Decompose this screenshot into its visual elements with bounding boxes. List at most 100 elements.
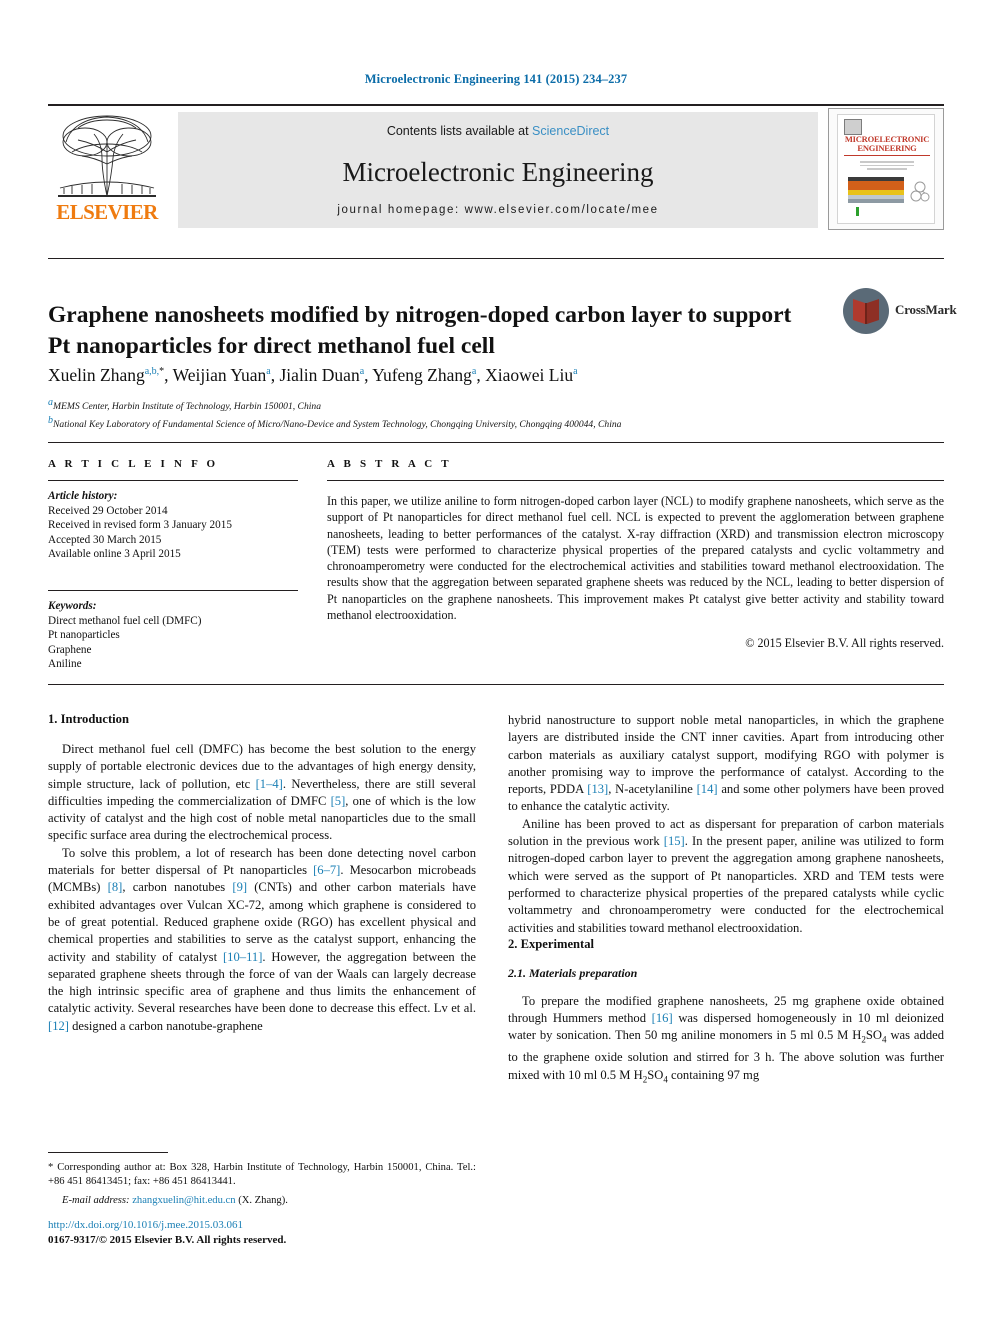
- abstract-section: A B S T R A C T In this paper, we utiliz…: [327, 458, 944, 652]
- text-run: , carbon nanotubes: [122, 880, 233, 895]
- article-history-label: Article history:: [48, 490, 118, 502]
- elsevier-wordmark: ELSEVIER: [56, 200, 158, 224]
- affiliation-item: bNational Key Laboratory of Fundamental …: [48, 414, 948, 432]
- footnote-email-line: E-mail address: zhangxuelin@hit.edu.cn (…: [48, 1194, 476, 1208]
- article-info-rule: [48, 480, 298, 481]
- text-run: . In the present paper, aniline was util…: [508, 834, 944, 935]
- author-name: Xiaowei Liu: [485, 364, 574, 385]
- page-footer: http://dx.doi.org/10.1016/j.mee.2015.03.…: [48, 1218, 548, 1247]
- history-item: Accepted 30 March 2015: [48, 533, 162, 546]
- cover-journal-name: MICROELECTRONIC ENGINEERING: [840, 135, 934, 153]
- cover-arrow-icon: [856, 207, 859, 216]
- affiliation-list: aMEMS Center, Harbin Institute of Techno…: [48, 396, 948, 431]
- keywords-block: Keywords: Direct methanol fuel cell (DMF…: [48, 599, 298, 672]
- keyword-item: Direct methanol fuel cell (DMFC): [48, 614, 202, 627]
- paragraph-right-2: Aniline has been proved to act as disper…: [508, 816, 944, 937]
- citation-ref[interactable]: [15]: [664, 834, 685, 848]
- citation-ref[interactable]: [8]: [108, 880, 123, 894]
- author-list: Xuelin Zhanga,b,*, Weijian Yuana, Jialin…: [48, 360, 928, 387]
- abstract-copyright: © 2015 Elsevier B.V. All rights reserved…: [745, 636, 944, 651]
- keyword-item: Graphene: [48, 643, 92, 656]
- citation-ref[interactable]: [10–11]: [223, 950, 262, 964]
- abstract-rule: [327, 480, 944, 481]
- citation-ref[interactable]: [5]: [331, 794, 346, 808]
- citation-ref[interactable]: [1–4]: [256, 777, 283, 791]
- subsection-heading-materials-preparation: 2.1. Materials preparation: [508, 965, 638, 980]
- cover-figure: [848, 177, 904, 207]
- author-sep: ,: [270, 364, 280, 385]
- text-run: containing 97 mg: [667, 1067, 760, 1082]
- author-item: Xiaowei Liua: [485, 365, 577, 385]
- elsevier-logo: ELSEVIER: [48, 112, 166, 228]
- author-sep: ,: [476, 364, 486, 385]
- author-name: Weijian Yuan: [172, 364, 267, 385]
- abstract-text: In this paper, we utilize aniline to for…: [327, 494, 944, 623]
- crossmark-circle-icon: [843, 288, 889, 334]
- author-item: Yufeng Zhanga,: [372, 365, 485, 385]
- author-sep: ,: [164, 364, 173, 385]
- body-column-right: hybrid nanostructure to support noble me…: [508, 712, 944, 1088]
- email-suffix: (X. Zhang).: [235, 1194, 288, 1206]
- crossmark-label: CrossMark: [895, 302, 957, 317]
- info-divider-bottom: [48, 684, 944, 685]
- author-item: Jialin Duana,: [280, 365, 373, 385]
- footnote-address: * Corresponding author at: Box 328, Harb…: [48, 1161, 476, 1190]
- author-name: Yufeng Zhang: [372, 364, 472, 385]
- keyword-item: Aniline: [48, 658, 82, 671]
- sciencedirect-link[interactable]: ScienceDirect: [532, 124, 609, 138]
- journal-cover-thumbnail[interactable]: MICROELECTRONIC ENGINEERING: [828, 108, 944, 230]
- paper-page: Microelectronic Engineering 141 (2015) 2…: [0, 0, 992, 1323]
- abstract-heading: A B S T R A C T: [327, 458, 452, 470]
- paragraph-right-1: hybrid nanostructure to support noble me…: [508, 712, 944, 816]
- crossmark-book-icon: [853, 299, 879, 324]
- author-affil-mark: a,b,: [144, 366, 160, 377]
- cover-divider: [844, 155, 930, 156]
- history-item: Received 29 October 2014: [48, 504, 168, 517]
- citation-ref[interactable]: [9]: [232, 880, 247, 894]
- citation-ref[interactable]: [13]: [587, 782, 608, 796]
- contents-prefix: Contents lists available at: [386, 124, 533, 138]
- author-name: Xuelin Zhang: [48, 364, 145, 385]
- author-item: Xuelin Zhanga,b,*,: [48, 365, 173, 385]
- paragraph-intro-1: Direct methanol fuel cell (DMFC) has bec…: [48, 741, 476, 845]
- text-run: , N-acetylaniline: [608, 782, 697, 797]
- journal-homepage[interactable]: journal homepage: www.elsevier.com/locat…: [178, 204, 818, 216]
- citation-ref[interactable]: [14]: [697, 782, 718, 796]
- section-heading-introduction: 1. Introduction: [48, 712, 129, 726]
- keywords-rule: [48, 589, 298, 591]
- journal-cover-image: MICROELECTRONIC ENGINEERING: [837, 114, 935, 224]
- citation-ref[interactable]: [6–7]: [313, 863, 340, 877]
- title-divider: [48, 258, 944, 259]
- text-run: designed a carbon nanotube-graphene: [68, 1018, 263, 1033]
- corresponding-author-footnote: * Corresponding author at: Box 328, Harb…: [48, 1152, 476, 1208]
- paragraph-experimental-1: To prepare the modified graphene nanoshe…: [508, 993, 944, 1089]
- text-run: SO: [647, 1067, 664, 1082]
- keywords-label: Keywords:: [48, 599, 97, 612]
- body-column-left: 1. Introduction Direct methanol fuel cel…: [48, 712, 476, 1035]
- cover-text-lines: [860, 161, 914, 172]
- article-info-heading: A R T I C L E I N F O: [48, 458, 219, 470]
- author-name: Jialin Duan: [279, 364, 360, 385]
- author-item: Weijian Yuana,: [173, 365, 280, 385]
- elsevier-tree-icon: [58, 115, 156, 197]
- author-affil-mark: a: [573, 366, 578, 377]
- footnote-divider: [48, 1152, 168, 1153]
- history-item: Received in revised form 3 January 2015: [48, 519, 232, 532]
- info-divider-top: [48, 442, 944, 443]
- crossmark-badge[interactable]: CrossMark: [843, 288, 957, 340]
- contents-available-line: Contents lists available at ScienceDirec…: [178, 124, 818, 138]
- keyword-item: Pt nanoparticles: [48, 629, 120, 642]
- paragraph-intro-2: To solve this problem, a lot of research…: [48, 845, 476, 1035]
- journal-banner: Contents lists available at ScienceDirec…: [178, 112, 818, 228]
- email-link[interactable]: zhangxuelin@hit.edu.cn: [132, 1195, 235, 1206]
- citation-ref[interactable]: [16]: [652, 1011, 673, 1025]
- citation-ref[interactable]: [12]: [48, 1019, 69, 1033]
- affiliation-text: National Key Laboratory of Fundamental S…: [53, 418, 622, 430]
- page-title: Graphene nanosheets modified by nitrogen…: [48, 301, 792, 359]
- history-item: Available online 3 April 2015: [48, 548, 181, 561]
- doi-link[interactable]: http://dx.doi.org/10.1016/j.mee.2015.03.…: [48, 1218, 548, 1233]
- email-label: E-mail address:: [62, 1194, 130, 1206]
- footer-copyright: 0167-9317/© 2015 Elsevier B.V. All right…: [48, 1233, 287, 1246]
- section-heading-experimental: 2. Experimental: [508, 936, 595, 951]
- article-info-section: A R T I C L E I N F O Article history: R…: [48, 458, 298, 672]
